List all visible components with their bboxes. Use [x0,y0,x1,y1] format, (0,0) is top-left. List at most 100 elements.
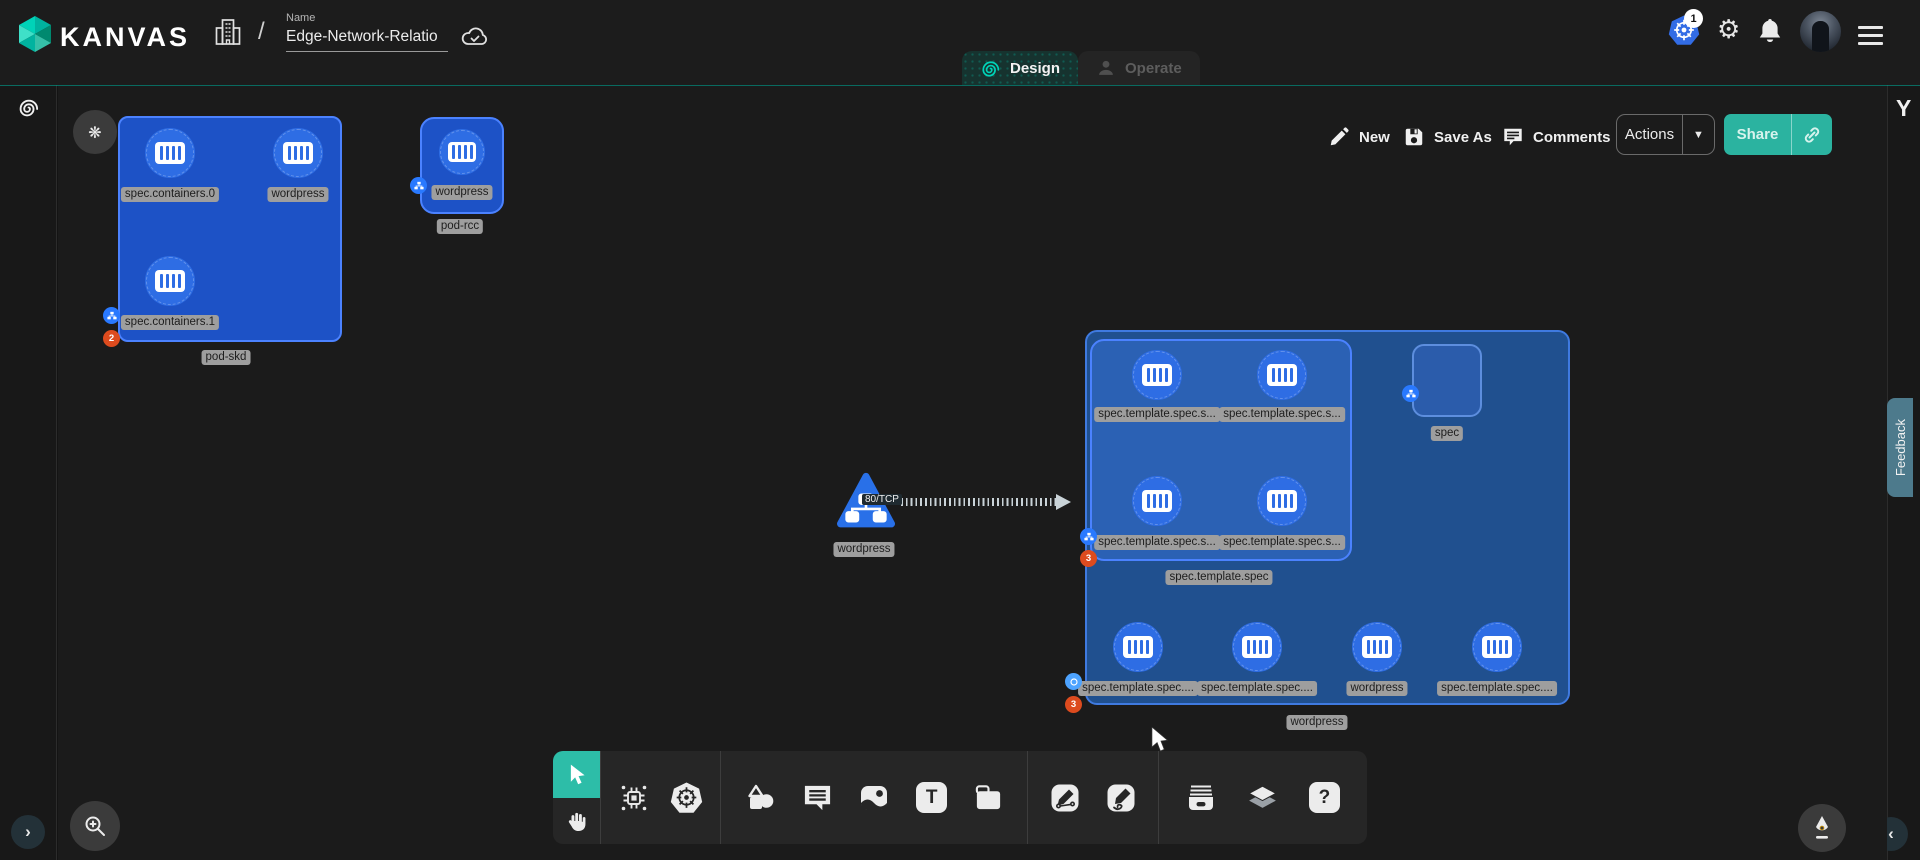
mesh-components-tool-button[interactable] [615,779,653,817]
group-label: pod-rcc [437,219,483,234]
avatar[interactable] [1800,11,1841,52]
expand-left-panel-button[interactable]: › [11,815,45,849]
error-badge[interactable]: 3 [1080,550,1097,567]
tab-operate[interactable]: Operate [1078,51,1200,85]
service-edge[interactable] [901,498,1059,506]
hierarchy-icon [414,181,424,191]
canvas-top-accent-line [0,85,1920,86]
container-node[interactable] [1472,622,1522,672]
node-label: wordpress [833,542,894,557]
container-node[interactable] [145,128,195,178]
kanvas-logo-icon[interactable] [14,13,56,55]
kubernetes-tool-button[interactable] [668,779,706,817]
container-node[interactable] [439,129,485,175]
relationship-badge[interactable] [103,307,120,324]
freehand-tool-button[interactable] [1102,779,1140,817]
container-icon [1142,490,1172,512]
design-pen-button[interactable] [1798,804,1846,852]
feedback-label: Feedback [1893,419,1908,476]
container-node[interactable] [273,128,323,178]
meshery-spiral-icon[interactable] [17,96,40,119]
relationship-badge[interactable] [1065,673,1082,690]
text-tool-button[interactable]: T [913,779,951,817]
edge-label: 80/TCP [862,494,902,505]
pen-path-icon [1049,782,1081,814]
error-badge[interactable]: 2 [103,330,120,347]
container-node[interactable] [1113,622,1163,672]
comments-button[interactable]: Comments [1502,122,1611,152]
shapes-icon [744,782,776,814]
node-spec[interactable] [1412,344,1482,417]
hierarchy-icon [107,311,117,321]
save-as-label: Save As [1434,129,1492,146]
drawer-tool-button[interactable] [1182,779,1220,817]
group-label: wordpress [1286,715,1347,730]
new-label: New [1359,129,1390,146]
help-tool-glyph: ? [1319,787,1331,809]
shapes-tool-button[interactable] [741,779,779,817]
tab-design[interactable]: Design [962,51,1078,85]
select-tool-button[interactable] [553,751,600,798]
relationship-badge[interactable] [1080,528,1097,545]
comment-tool-button[interactable] [798,779,836,817]
hierarchy-icon [1084,532,1094,542]
right-rail-logo: Y [1896,95,1911,122]
container-node[interactable] [1352,622,1402,672]
settings-gear-icon[interactable]: ⚙ [1717,15,1740,45]
actions-button[interactable]: Actions ▼ [1616,114,1715,155]
kubernetes-helm-icon [670,781,703,814]
zoom-in-icon [83,814,107,838]
actions-label: Actions [1617,115,1683,154]
hierarchy-icon [1406,389,1416,399]
share-button[interactable]: Share [1724,114,1832,155]
group-label: spec.template.spec [1165,570,1272,585]
drawer-archive-icon [1185,782,1217,814]
error-badge[interactable]: 3 [1065,696,1082,713]
relationship-badge[interactable] [410,177,427,194]
edge-arrowhead-icon [1056,494,1071,510]
container-node[interactable] [145,256,195,306]
cursor-arrow-icon [564,762,588,786]
toolbar-group-components [601,751,721,844]
new-button[interactable]: New [1328,122,1390,152]
container-icon [1267,364,1297,386]
breadcrumb-separator: / [258,18,265,46]
app-title[interactable]: KANVAS [60,22,190,53]
node-label: spec [1431,426,1463,441]
sticky-note-icon [973,782,1004,813]
help-tool-button[interactable]: ? [1305,779,1343,817]
feedback-tab[interactable]: Feedback [1887,398,1913,497]
tab-design-label: Design [1010,60,1060,77]
organization-icon[interactable] [214,17,242,47]
container-node[interactable] [1232,622,1282,672]
container-node[interactable] [1132,350,1182,400]
node-label: spec.template.spec.s... [1219,407,1345,422]
zoom-button[interactable] [70,801,120,851]
container-node[interactable] [1257,476,1307,526]
image-tool-button[interactable] [855,779,893,817]
tab-operate-label: Operate [1125,60,1182,77]
container-node[interactable] [1132,476,1182,526]
design-name-input[interactable] [286,26,448,52]
design-name-field: Name [286,12,448,52]
node-label: spec.template.spec.s... [1094,407,1220,422]
save-as-button[interactable]: Save As [1403,122,1492,152]
container-icon [283,142,313,164]
copy-link-icon[interactable] [1792,114,1832,155]
pan-tool-button[interactable] [553,798,600,845]
group-spec-template-spec[interactable] [1090,339,1352,561]
canvas-config-button[interactable]: ❋ [73,110,117,154]
container-node[interactable] [1257,350,1307,400]
pen-nib-icon [1810,815,1834,841]
relationship-badge[interactable] [1402,385,1419,402]
image-icon [858,782,890,814]
canvas-toolbar: T [553,751,1367,844]
notifications-bell-icon[interactable] [1757,17,1783,45]
hand-icon [564,809,588,833]
sticky-note-tool-button[interactable] [970,779,1008,817]
layers-tool-button[interactable] [1244,779,1282,817]
actions-caret-icon[interactable]: ▼ [1683,115,1714,154]
menu-hamburger-icon[interactable] [1858,26,1883,50]
edge-pen-tool-button[interactable] [1046,779,1084,817]
node-label: wordpress [431,185,492,200]
